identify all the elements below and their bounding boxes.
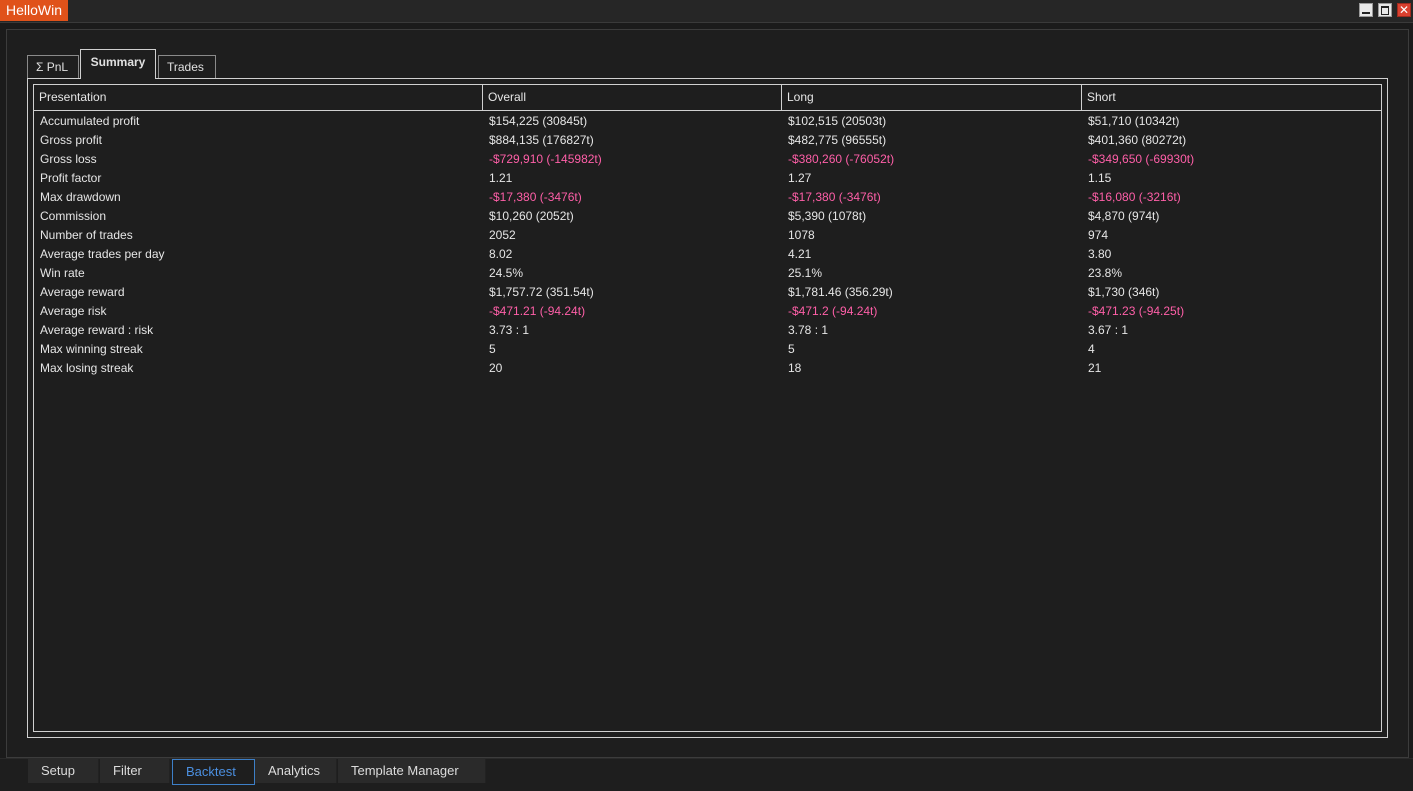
table-row[interactable]: Commission $10,260 (2052t) $5,390 (1078t) $… — [34, 207, 1381, 226]
long-value: 4.21 — [788, 247, 812, 261]
overall-value: 8.02 — [489, 247, 513, 261]
long-value: -$471.2 (-94.24t) — [788, 304, 878, 318]
app-window: HelloWin ✕ Σ PnL Summary Trades Presenta… — [0, 0, 1413, 791]
short-value: 1.15 — [1088, 171, 1112, 185]
nav-setup[interactable]: Setup — [28, 759, 99, 783]
row-label: Profit factor — [40, 171, 102, 185]
overall-value: 3.73 : 1 — [489, 323, 530, 337]
table-row[interactable]: Win rate 24.5% 25.1% 23.8% — [34, 264, 1381, 283]
summary-panel: Presentation Overall Long Short Accumula… — [27, 78, 1388, 738]
table-row[interactable]: Gross profit $884,135 (176827t) $482,775 (… — [34, 131, 1381, 150]
row-label: Average risk — [40, 304, 107, 318]
table-row[interactable]: Average reward $1,757.72 (351.54t) $1,781.… — [34, 283, 1381, 302]
row-label: Gross loss — [40, 152, 97, 166]
long-value: 1.27 — [788, 171, 812, 185]
short-value: 974 — [1088, 228, 1109, 242]
table-row[interactable]: Accumulated profit $154,225 (30845t) $102,… — [34, 112, 1381, 131]
short-value: $4,870 (974t) — [1088, 209, 1160, 223]
table-row[interactable]: Max winning streak 5 5 4 — [34, 340, 1381, 359]
column-header-short[interactable]: Short — [1082, 85, 1381, 110]
long-value: 1078 — [788, 228, 815, 242]
short-value: 23.8% — [1088, 266, 1123, 280]
overall-value: -$729,910 (-145982t) — [489, 152, 602, 166]
minimize-button[interactable] — [1359, 3, 1373, 17]
row-label: Average reward — [40, 285, 125, 299]
table-row[interactable]: Max drawdown -$17,380 (-3476t) -$17,380 (-… — [34, 188, 1381, 207]
short-value: -$16,080 (-3216t) — [1088, 190, 1181, 204]
column-header-long[interactable]: Long — [782, 85, 1082, 110]
summary-table: Presentation Overall Long Short Accumula… — [33, 84, 1382, 732]
short-value: 4 — [1088, 342, 1095, 356]
overall-value: -$17,380 (-3476t) — [489, 190, 582, 204]
maximize-button[interactable] — [1378, 3, 1392, 17]
overall-value: $10,260 (2052t) — [489, 209, 574, 223]
long-value: $5,390 (1078t) — [788, 209, 867, 223]
long-value: 18 — [788, 361, 802, 375]
window-title: HelloWin — [0, 0, 69, 21]
row-label: Max winning streak — [40, 342, 143, 356]
short-value: -$471.23 (-94.25t) — [1088, 304, 1185, 318]
row-label: Max losing streak — [40, 361, 134, 375]
nav-template-manager[interactable]: Template Manager — [338, 759, 486, 783]
overall-value: 5 — [489, 342, 496, 356]
column-header-overall[interactable]: Overall — [483, 85, 782, 110]
overall-value: 24.5% — [489, 266, 524, 280]
long-value: -$17,380 (-3476t) — [788, 190, 881, 204]
column-header-presentation[interactable]: Presentation — [34, 85, 483, 110]
tab-pnl[interactable]: Σ PnL — [27, 55, 79, 78]
table-row[interactable]: Profit factor 1.21 1.27 1.15 — [34, 169, 1381, 188]
overall-value: 20 — [489, 361, 503, 375]
overall-value: 2052 — [489, 228, 516, 242]
long-value: 3.78 : 1 — [788, 323, 829, 337]
table-row[interactable]: Number of trades 2052 1078 974 — [34, 226, 1381, 245]
overall-value: -$471.21 (-94.24t) — [489, 304, 586, 318]
short-value: $1,730 (346t) — [1088, 285, 1160, 299]
long-value: $1,781.46 (356.29t) — [788, 285, 893, 299]
nav-backtest[interactable]: Backtest — [172, 759, 255, 785]
table-row[interactable]: Max losing streak 20 18 21 — [34, 359, 1381, 378]
nav-filter[interactable]: Filter — [100, 759, 170, 783]
row-label: Number of trades — [40, 228, 133, 242]
short-value: $401,360 (80272t) — [1088, 133, 1187, 147]
long-value: $102,515 (20503t) — [788, 114, 887, 128]
nav-analytics[interactable]: Analytics — [255, 759, 337, 783]
table-row[interactable]: Average trades per day 8.02 4.21 3.80 — [34, 245, 1381, 264]
tab-summary[interactable]: Summary — [80, 49, 156, 79]
row-label: Average reward : risk — [40, 323, 154, 337]
table-row[interactable]: Average risk -$471.21 (-94.24t) -$471.2 (-… — [34, 302, 1381, 321]
table-row[interactable]: Average reward : risk 3.73 : 1 3.78 : 1 3.6… — [34, 321, 1381, 340]
row-label: Gross profit — [40, 133, 103, 147]
overall-value: 1.21 — [489, 171, 513, 185]
row-label: Max drawdown — [40, 190, 121, 204]
table-row[interactable]: Gross loss -$729,910 (-145982t) -$380,260 … — [34, 150, 1381, 169]
short-value: -$349,650 (-69930t) — [1088, 152, 1195, 166]
tab-trades[interactable]: Trades — [158, 55, 216, 78]
overall-value: $884,135 (176827t) — [489, 133, 594, 147]
row-label: Average trades per day — [40, 247, 165, 261]
close-icon: ✕ — [1398, 3, 1410, 17]
title-bar[interactable]: HelloWin ✕ — [0, 0, 1413, 23]
short-value: 3.80 — [1088, 247, 1112, 261]
row-label: Accumulated profit — [40, 114, 140, 128]
long-value: -$380,260 (-76052t) — [788, 152, 895, 166]
short-value: $51,710 (10342t) — [1088, 114, 1180, 128]
long-value: $482,775 (96555t) — [788, 133, 887, 147]
row-label: Win rate — [40, 266, 85, 280]
short-value: 3.67 : 1 — [1088, 323, 1129, 337]
overall-value: $1,757.72 (351.54t) — [489, 285, 594, 299]
main-panel: Σ PnL Summary Trades Presentation Overal… — [6, 29, 1409, 758]
minimize-icon — [1360, 4, 1372, 16]
table-header: Presentation Overall Long Short — [34, 85, 1381, 111]
long-value: 25.1% — [788, 266, 823, 280]
bottom-nav: Setup Filter Backtest Analytics Template… — [0, 758, 1413, 791]
close-button[interactable]: ✕ — [1397, 3, 1411, 17]
long-value: 5 — [788, 342, 795, 356]
overall-value: $154,225 (30845t) — [489, 114, 588, 128]
maximize-icon — [1379, 4, 1391, 16]
short-value: 21 — [1088, 361, 1102, 375]
table-body: Accumulated profit $154,225 (30845t) $102,… — [34, 112, 1381, 378]
row-label: Commission — [40, 209, 107, 223]
